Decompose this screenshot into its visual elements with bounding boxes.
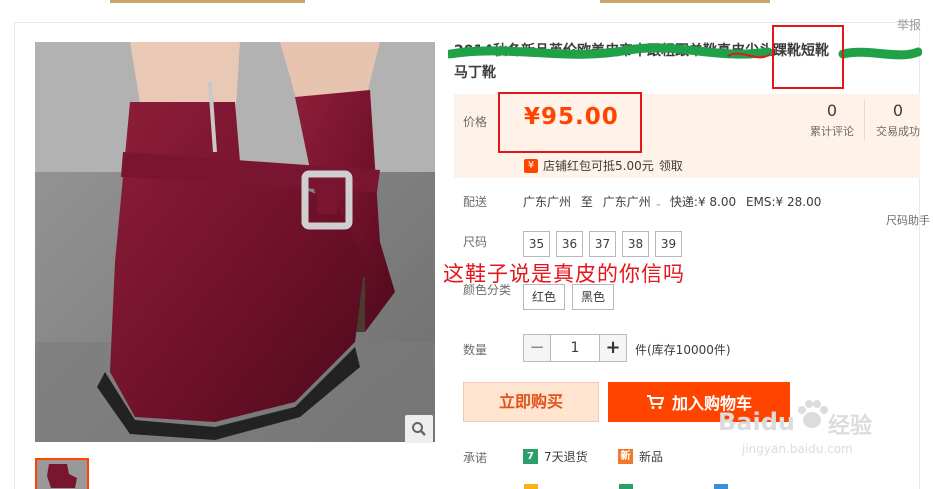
shipping-label: 配送 [463,195,488,209]
shipping-to-word: 至 [580,195,593,209]
shipping-express: 快递:¥ 8.00 [669,195,737,209]
stat-reviews-label: 累计评论 [810,125,854,138]
watermark-cn: 经验 [828,414,873,439]
quantity-decrease-button[interactable]: − [523,334,551,362]
size-option[interactable]: 38 [622,231,649,257]
magnifier-icon [412,422,426,436]
promise-item-text: 7天退货 [544,450,588,464]
promise-item-new[interactable]: 新 新品 [618,448,663,465]
quantity-label: 数量 [463,343,488,357]
boot-photo-illustration [35,42,435,442]
stat-transactions-count: 0 [892,101,904,120]
quantity-increase-button[interactable]: + [599,334,627,362]
size-option[interactable]: 36 [556,231,583,257]
stat-reviews-count: 0 [826,101,838,120]
product-title-line2: 马丁靴 [454,65,496,81]
stat-transactions-label: 交易成功 [876,125,920,138]
shipping-info: 广东广州 至 广东广州 ⌄ 快递:¥ 8.00 EMS:¥ 28.00 [523,193,821,210]
shipping-to-value: 广东广州 [602,195,651,209]
thumbnail-image [37,460,87,489]
stat-divider [864,100,865,140]
watermark-brand: Baidu [718,408,795,436]
shipping-ems: EMS:¥ 28.00 [745,195,822,209]
product-title: 2014秋冬新品英伦欧美皮帝中跟粗跟单靴真皮尖头踝靴短靴 马丁靴 [454,40,920,84]
promise-item-return[interactable]: 7 7天退货 [523,448,588,465]
coupon-icon: ¥ [524,158,538,173]
annotation-box-title [772,25,844,89]
shop-coupon: ¥ 店铺红包可抵5.00元 领取 [524,157,683,174]
price-label: 价格 [463,115,488,129]
size-helper-link[interactable]: 尺码助手 [886,212,930,228]
size-option[interactable]: 37 [589,231,616,257]
baidu-jingyan-watermark: Baidu 经验 jingyan.baidu.com [712,398,892,462]
quantity-input[interactable]: 1 [551,334,599,362]
shipping-to-dropdown[interactable]: 广东广州 ⌄ [603,195,666,209]
size-option[interactable]: 39 [655,231,682,257]
zoom-button[interactable] [405,415,433,443]
report-link[interactable]: 举报 [897,16,921,33]
chevron-down-icon: ⌄ [654,199,663,209]
watermark-url: jingyan.baidu.com [742,442,853,456]
promise-label: 承诺 [463,451,488,465]
product-main-image[interactable] [35,42,435,442]
stat-reviews[interactable]: 0 累计评论 [802,102,862,139]
paw-logo-icon [798,400,828,428]
top-accent-strip [0,0,933,4]
cutoff-row [454,482,920,489]
annotation-text: 这鞋子说是真皮的你信吗 [443,262,685,286]
seven-day-return-icon: 7 [523,449,538,464]
shipping-from: 广东广州 [523,195,572,209]
cart-icon [646,395,664,409]
thumbnail-1[interactable] [35,458,89,489]
size-label: 尺码 [463,235,488,249]
coupon-claim-link[interactable]: 领取 [659,157,683,174]
stock-text: 件(库存10000件) [635,343,731,357]
stat-transactions[interactable]: 0 交易成功 [868,102,928,139]
new-product-icon: 新 [618,449,633,464]
size-option[interactable]: 35 [523,231,550,257]
coupon-text: 店铺红包可抵5.00元 [543,159,654,173]
promise-item-text: 新品 [639,450,664,464]
buy-now-button[interactable]: 立即购买 [463,382,599,422]
annotation-box-price [498,92,642,153]
